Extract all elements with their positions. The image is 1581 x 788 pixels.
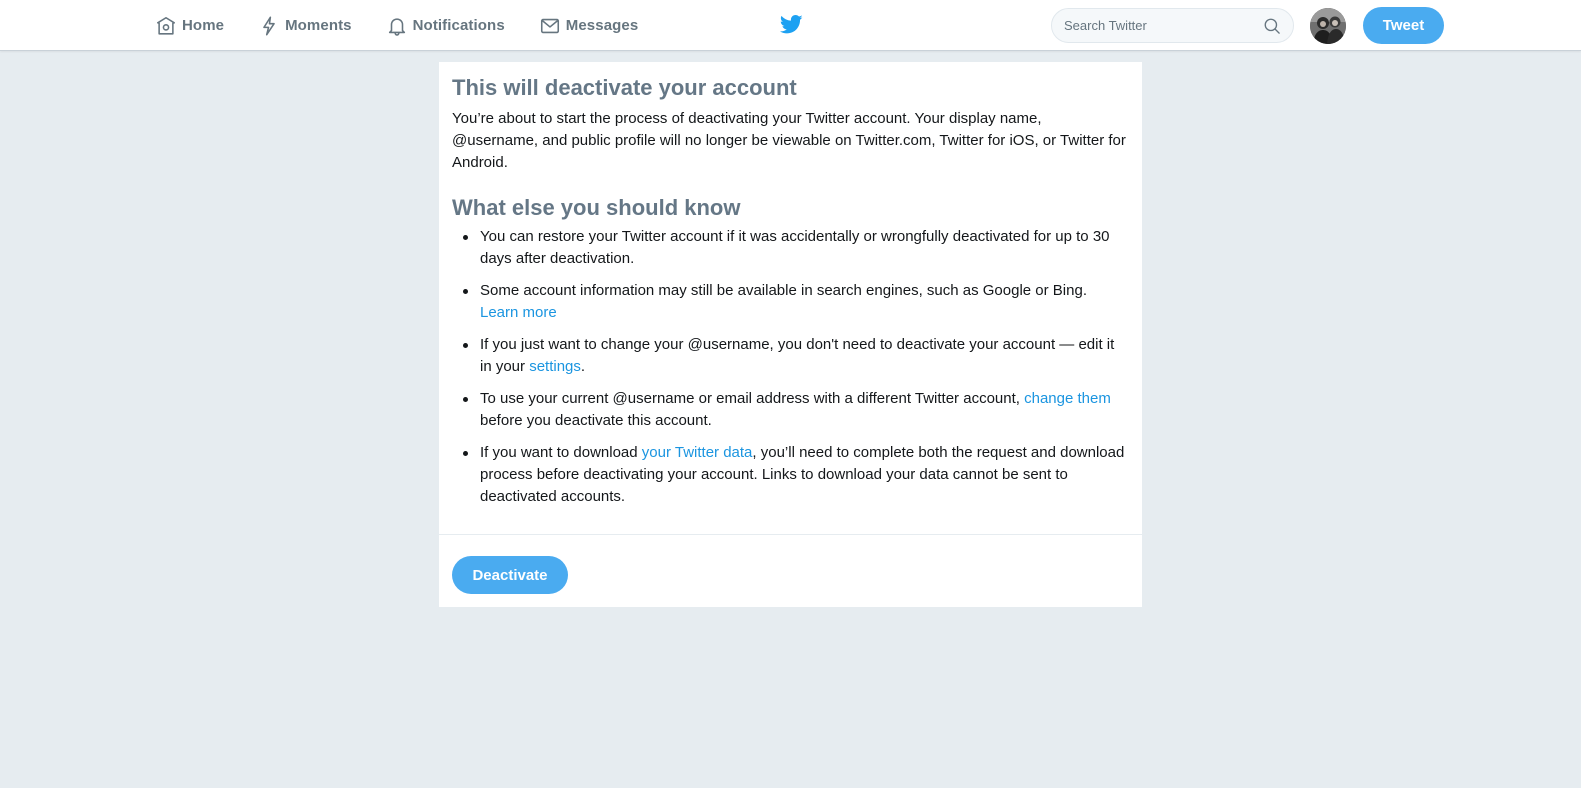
list-item-text: You can restore your Twitter account if … [480,228,1110,267]
intro-paragraph: You’re about to start the process of dea… [452,110,1126,171]
deactivate-button[interactable]: Deactivate [452,556,568,594]
list-item-text: If you want to download [480,444,642,461]
search-icon[interactable] [1263,17,1281,35]
nav-item-label: Moments [285,17,352,34]
deactivate-account-card: This will deactivate your account You’re… [439,62,1142,607]
list-item: If you want to download your Twitter dat… [452,442,1129,508]
nav-item-notifications[interactable]: Notifications [386,0,505,51]
home-icon [156,16,176,35]
info-list: You can restore your Twitter account if … [452,226,1129,508]
nav-item-home[interactable]: Home [155,0,224,51]
bell-icon [388,17,405,36]
list-item: If you just want to change your @usernam… [452,334,1129,378]
lightning-icon [263,16,275,35]
change-them-link[interactable]: change them [1024,390,1111,407]
list-item: You can restore your Twitter account if … [452,226,1129,270]
section-heading: What else you should know [452,195,741,220]
nav-item-label: Home [182,17,225,34]
nav-item-messages[interactable]: Messages [539,0,639,51]
page-title: This will deactivate your account [452,75,797,100]
divider [439,534,1142,535]
primary-nav: Home Moments Notifications Messages [155,0,672,51]
list-item-text: before you deactivate this account. [480,412,712,429]
settings-link[interactable]: settings [529,358,581,375]
avatar-photo [1310,8,1346,44]
learn-more-link[interactable]: Learn more [480,304,557,321]
list-item: Some account information may still be av… [452,280,1129,324]
nav-item-moments[interactable]: Moments [258,0,352,51]
envelope-icon [540,18,559,33]
search-input[interactable] [1064,18,1254,33]
list-item-text: . [580,358,586,375]
twitter-bird-icon[interactable] [780,14,803,35]
list-item-text: Some account information may still be av… [480,282,1087,299]
list-item-text: To use your current @username or email a… [480,390,1025,407]
nav-item-label: Messages [565,17,639,34]
tweet-button[interactable]: Tweet [1363,7,1444,44]
top-navigation-bar: Home Moments Notifications Messages Sear… [0,0,1581,51]
nav-item-label: Notifications [412,17,505,34]
avatar[interactable] [1310,8,1346,44]
twitter-data-link[interactable]: your Twitter data [642,444,753,461]
list-item: To use your current @username or email a… [452,388,1129,432]
search-box [1051,8,1294,43]
